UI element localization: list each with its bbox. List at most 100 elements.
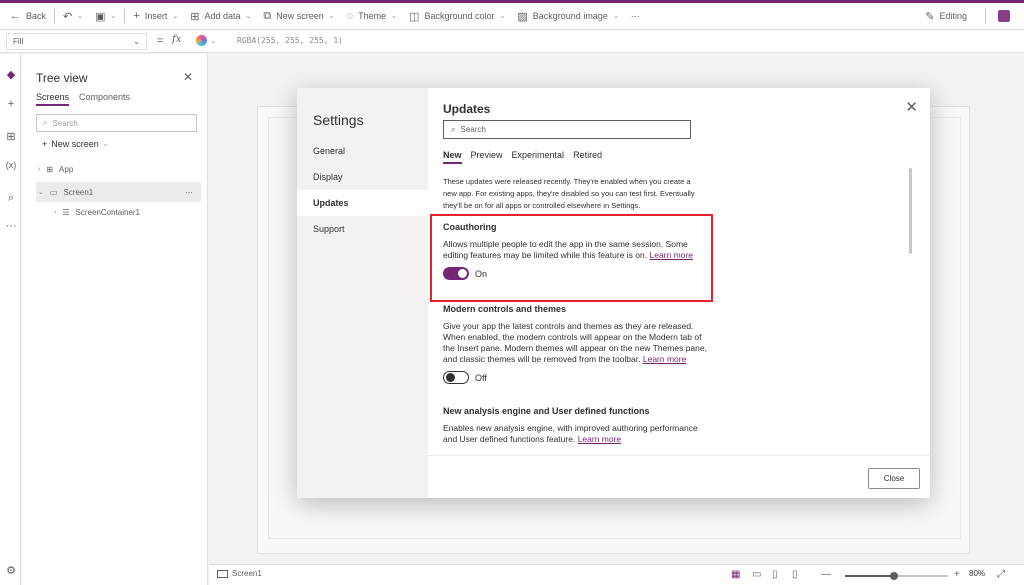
image-icon: ▨ <box>517 10 528 23</box>
search-icon: ⌕ <box>43 118 48 127</box>
nav-item-general[interactable]: General <box>297 138 428 164</box>
close-button-label: Close <box>883 474 905 483</box>
left-rail: ◆ + ⊞ (x) ⌕ ··· ⚙ <box>0 54 21 585</box>
nav-item-support[interactable]: Support <box>297 216 428 242</box>
chevron-down-icon: ⌄ <box>210 37 216 45</box>
formula-input[interactable]: RGBA(255, 255, 255, 1) <box>237 36 343 45</box>
tab-retired[interactable]: Retired <box>573 150 602 164</box>
add-data-button[interactable]: ⊞ Add data ⌄ <box>184 3 257 29</box>
insert-icon[interactable]: + <box>5 98 17 110</box>
background-image-button[interactable]: ▨ Background image ⌄ <box>511 3 624 29</box>
zoom-in-button[interactable]: + <box>954 569 960 580</box>
tree-node-screencontainer1[interactable]: › ☰ ScreenContainer1 <box>54 208 140 217</box>
tree-search-input[interactable]: ⌕ Search <box>36 114 197 132</box>
search-icon[interactable]: ⌕ <box>5 192 17 205</box>
app-badge-icon[interactable] <box>998 10 1010 22</box>
paste-button[interactable]: ▣ ⌄ <box>89 3 122 29</box>
screen-breadcrumb[interactable]: Screen1 <box>217 569 262 578</box>
vertical-scrollbar[interactable] <box>909 168 912 254</box>
background-image-label: Background image <box>532 11 608 21</box>
search-placeholder: Search <box>460 125 486 134</box>
data-icon[interactable]: ⊞ <box>5 130 17 143</box>
toggle-switch-off[interactable] <box>443 371 469 384</box>
fx-icon[interactable]: fx <box>172 34 181 45</box>
tab-preview[interactable]: Preview <box>471 150 503 164</box>
nav-item-display[interactable]: Display <box>297 164 428 190</box>
phone-view-icon[interactable]: ▯ <box>792 569 798 580</box>
chevron-down-icon: ⌄ <box>328 13 335 20</box>
node-more-icon[interactable]: ··· <box>185 188 193 197</box>
zoom-level: 80% <box>969 569 986 578</box>
tablet-view-icon[interactable]: ▯ <box>772 569 778 580</box>
back-button[interactable]: ← Back <box>0 3 52 29</box>
status-bar: Screen1 ▦ ▭ ▯ ▯ — + 80% ⤢ <box>209 564 1024 585</box>
variables-icon[interactable]: (x) <box>5 160 17 170</box>
new-screen-button[interactable]: + New screen ⌄ <box>42 139 109 149</box>
container-icon: ☰ <box>62 208 70 217</box>
chevron-down-icon: ⌄ <box>38 189 44 196</box>
app-icon: ⊞ <box>46 165 54 174</box>
editing-button[interactable]: ✎ Editing <box>919 3 973 29</box>
undo-button[interactable]: ↶ ⌄ <box>57 3 89 29</box>
table-icon: ⊞ <box>190 10 200 23</box>
clipboard-icon: ▣ <box>95 10 106 23</box>
chevron-down-icon: ⌄ <box>77 13 84 20</box>
chevron-down-icon: ⌄ <box>133 37 140 46</box>
theme-button[interactable]: ◌ Theme ⌄ <box>341 3 403 29</box>
copilot-button[interactable]: ⌄ <box>196 35 216 46</box>
feature-title: Modern controls and themes <box>443 304 567 314</box>
plus-icon: + <box>42 139 48 149</box>
fit-to-window-icon[interactable]: ⤢ <box>997 569 1005 580</box>
close-button[interactable]: Close <box>868 468 920 489</box>
tab-experimental[interactable]: Experimental <box>512 150 565 164</box>
feature-modern-controls: Modern controls and themes Give your app… <box>443 304 708 384</box>
zoom-out-button[interactable]: — <box>821 569 831 580</box>
undo-icon: ↶ <box>63 10 73 23</box>
property-value: Fill <box>13 37 24 46</box>
tab-screens[interactable]: Screens <box>36 92 70 106</box>
property-dropdown[interactable]: Fill ⌄ <box>6 33 147 50</box>
settings-gear-icon[interactable]: ⚙ <box>5 564 17 577</box>
tree-node-label: ScreenContainer1 <box>75 208 140 217</box>
background-color-button[interactable]: ◫ Background color ⌄ <box>403 3 511 29</box>
more-icon[interactable]: ··· <box>5 220 17 232</box>
chevron-down-icon: ⌄ <box>110 13 117 20</box>
tab-components[interactable]: Components <box>79 92 130 106</box>
toggle-knob <box>446 373 455 382</box>
chevron-right-icon: › <box>38 166 41 173</box>
learn-more-link[interactable]: Learn more <box>643 354 686 364</box>
layers-icon[interactable]: ◆ <box>5 68 17 81</box>
more-button[interactable]: ··· <box>625 3 646 29</box>
equals-sign: = <box>157 35 164 47</box>
chevron-right-icon: › <box>54 209 57 216</box>
background-color-label: Background color <box>424 11 495 21</box>
chevron-down-icon: ⌄ <box>391 13 398 20</box>
back-label: Back <box>26 11 47 21</box>
zoom-slider-thumb[interactable] <box>890 572 899 580</box>
zoom-slider[interactable] <box>845 572 948 580</box>
editing-area: ✎ Editing <box>919 3 1010 29</box>
tree-view-title: Tree view <box>36 71 88 85</box>
settings-search-input[interactable]: ⌕ Search <box>443 120 691 139</box>
desktop-view-icon[interactable]: ▭ <box>752 569 761 580</box>
insert-button[interactable]: + Insert ⌄ <box>127 3 184 29</box>
tree-node-app[interactable]: › ⊞ App <box>38 165 73 174</box>
close-icon[interactable]: ✕ <box>183 70 193 84</box>
learn-more-link[interactable]: Learn more <box>578 434 621 444</box>
search-placeholder: Search <box>52 118 78 128</box>
new-screen-label: New screen <box>276 11 324 21</box>
tree-view-tabs: Screens Components <box>36 92 130 106</box>
tree-node-screen1[interactable]: ⌄ ▭ Screen1 ··· <box>36 182 201 202</box>
nav-item-updates[interactable]: Updates <box>297 190 428 216</box>
app-checker-icon[interactable]: ▦ <box>731 569 740 580</box>
modern-controls-toggle[interactable]: Off <box>443 371 708 384</box>
nav-label: General <box>313 146 346 156</box>
settings-nav: Settings General Display Updates Support <box>297 88 428 498</box>
tab-new[interactable]: New <box>443 150 462 164</box>
feature-description: Enables new analysis engine, with improv… <box>443 423 708 445</box>
new-screen-button[interactable]: ⧉ New screen ⌄ <box>257 3 340 29</box>
new-screen-label: New screen <box>51 139 99 149</box>
updates-heading: Updates <box>443 102 491 116</box>
plus-icon: + <box>133 10 140 22</box>
close-icon[interactable]: ✕ <box>905 100 918 115</box>
